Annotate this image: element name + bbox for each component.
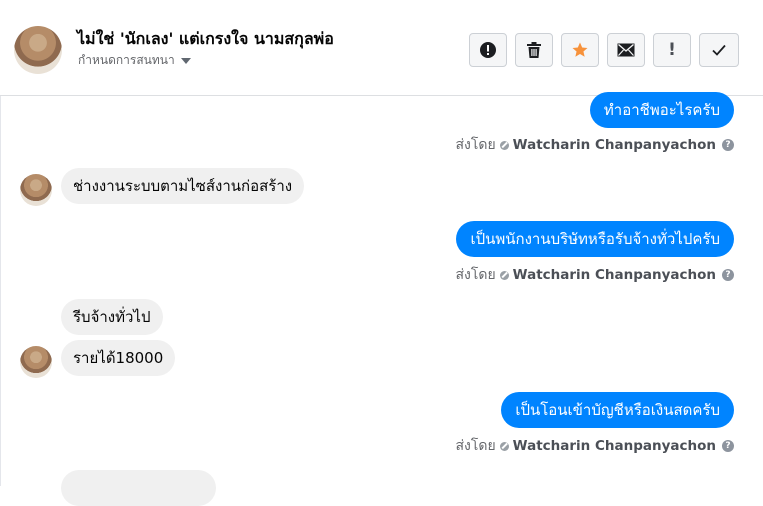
exclamation-icon: ! — [668, 40, 676, 60]
outgoing-message[interactable]: เป็นพนักงานบริษัทหรือรับจ้างทั่วไปครับ — [456, 221, 734, 257]
mark-unread-button[interactable] — [607, 33, 645, 67]
conversation-title: ไม่ใช่ 'นักเลง' แต่เกรงใจ นามสกุลพ่อ — [77, 29, 334, 48]
star-icon — [572, 42, 588, 57]
page-badge-icon — [499, 140, 509, 150]
conversation-actions: ! — [469, 33, 739, 67]
conversation-schedule-dropdown[interactable]: กำหนดการสนทนา — [78, 51, 191, 70]
chevron-down-icon — [180, 57, 191, 64]
page-badge-icon — [499, 270, 509, 280]
page-badge-icon — [499, 441, 509, 451]
outgoing-message[interactable]: เป็นโอนเข้าบัญชีหรือเงินสดครับ — [501, 392, 734, 428]
sent-by-prefix: ส่งโดย — [455, 137, 496, 153]
spam-button[interactable] — [469, 33, 507, 67]
incoming-message-partial[interactable] — [61, 470, 216, 506]
delete-button[interactable] — [515, 33, 553, 67]
incoming-message[interactable]: รายได้18000 — [61, 340, 176, 376]
outgoing-message[interactable]: ทำอาชีพอะไรครับ — [589, 92, 734, 128]
incoming-message[interactable]: รีบจ้างทั่วไป — [61, 299, 163, 335]
alert-circle-icon — [480, 42, 496, 58]
follow-up-button[interactable]: ! — [653, 33, 691, 67]
mark-done-button[interactable] — [699, 33, 739, 67]
conversation-subtitle: กำหนดการสนทนา — [78, 53, 175, 67]
sender-name[interactable]: Watcharin Chanpanyachon — [513, 137, 716, 153]
sent-by-prefix: ส่งโดย — [455, 267, 496, 283]
sender-name[interactable]: Watcharin Chanpanyachon — [513, 267, 716, 283]
help-icon[interactable]: ? — [722, 269, 734, 281]
conversation-header: ไม่ใช่ 'นักเลง' แต่เกรงใจ นามสกุลพ่อ กำห… — [0, 0, 763, 96]
sent-by-label: ส่งโดย Watcharin Chanpanyachon ? — [455, 435, 734, 457]
envelope-icon — [617, 43, 635, 57]
contact-avatar-small[interactable] — [20, 174, 52, 206]
incoming-message[interactable]: ช่างงานระบบตามไซส์งานก่อสร้าง — [61, 168, 305, 204]
contact-avatar[interactable] — [14, 26, 62, 74]
contact-avatar-small[interactable] — [20, 346, 52, 378]
sent-by-label: ส่งโดย Watcharin Chanpanyachon ? — [455, 264, 734, 286]
message-thread[interactable]: ทำอาชีพอะไรครับ ส่งโดย Watcharin Chanpan… — [0, 92, 763, 506]
help-icon[interactable]: ? — [722, 440, 734, 452]
help-icon[interactable]: ? — [722, 139, 734, 151]
trash-icon — [527, 42, 541, 58]
checkmark-icon — [712, 44, 726, 56]
sent-by-label: ส่งโดย Watcharin Chanpanyachon ? — [455, 134, 734, 156]
sent-by-prefix: ส่งโดย — [455, 438, 496, 454]
star-button[interactable] — [561, 33, 599, 67]
sender-name[interactable]: Watcharin Chanpanyachon — [513, 438, 716, 454]
